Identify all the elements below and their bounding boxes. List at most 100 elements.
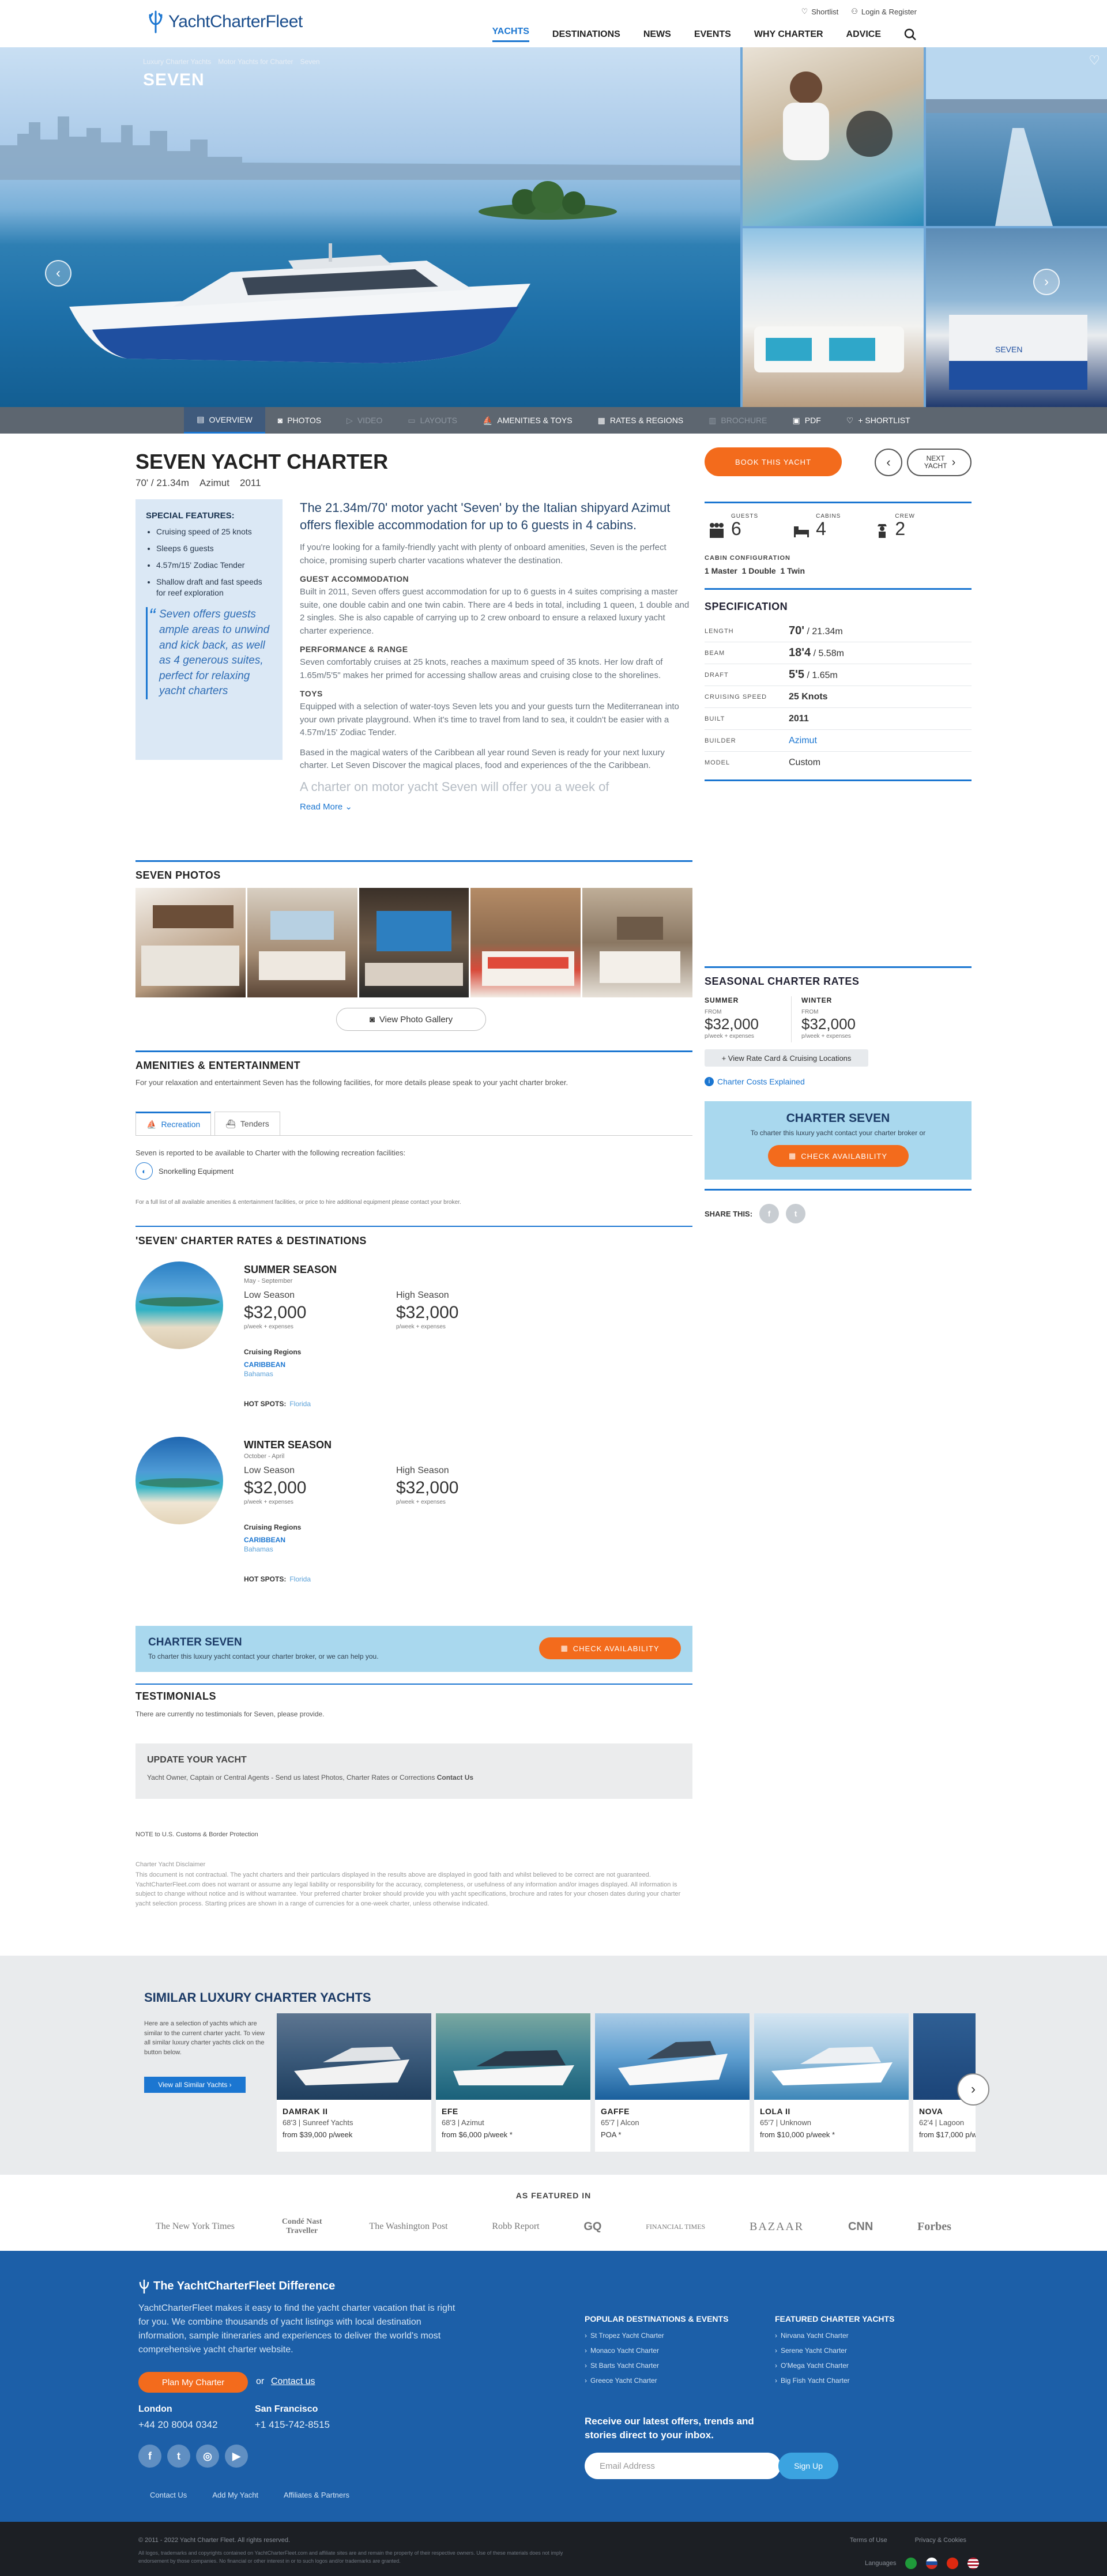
hero-main-photo[interactable]: Luxury Charter Yachts Motor Yachts for C… — [0, 47, 740, 407]
book-yacht-button[interactable]: BOOK THIS YACHT — [705, 447, 842, 476]
youtube-icon[interactable]: ▶ — [225, 2445, 248, 2468]
footer-contact-link[interactable]: Contact us — [271, 2377, 315, 2387]
destination-link[interactable]: Monaco Yacht Charter — [585, 2347, 728, 2355]
yacht-card[interactable]: EFE 68'3 | Azimut from $6,000 p/week * — [436, 2013, 590, 2152]
region-link[interactable]: CARIBBEAN — [244, 1536, 301, 1544]
photo-thumbnail[interactable] — [582, 888, 692, 997]
nav-yachts[interactable]: YACHTS — [492, 27, 529, 42]
featured-yacht-link[interactable]: Serene Yacht Charter — [775, 2347, 894, 2355]
gallery-thumbnail[interactable]: ♡ — [926, 47, 1107, 226]
photo-thumbnail[interactable] — [247, 888, 357, 997]
nav-advice[interactable]: ADVICE — [846, 29, 881, 40]
bottom-bar: © 2011 - 2022 Yacht Charter Fleet. All r… — [0, 2522, 1107, 2576]
destination-link[interactable]: St Barts Yacht Charter — [585, 2362, 728, 2370]
site-logo[interactable]: YachtCharterFleet — [148, 10, 303, 33]
charter-costs-link[interactable]: i Charter Costs Explained — [705, 1077, 805, 1086]
hero-prev-arrow-icon[interactable]: ‹ — [45, 260, 71, 287]
footer-link[interactable]: Contact Us — [150, 2491, 187, 2499]
london-phone[interactable]: +44 20 8004 0342 — [138, 2419, 218, 2431]
instagram-icon[interactable]: ◎ — [196, 2445, 219, 2468]
region-link[interactable]: CARIBBEAN — [244, 1361, 301, 1369]
usa-flag-icon[interactable] — [967, 2558, 980, 2569]
gallery-thumbnail[interactable] — [743, 228, 924, 407]
tab-amenities[interactable]: ⛵ AMENITIES & TOYS — [470, 407, 585, 434]
camera-icon: ◙ — [369, 1014, 375, 1025]
faded-preview-text: A charter on motor yacht Seven will offe… — [300, 779, 609, 794]
china-flag-icon[interactable] — [947, 2558, 959, 2569]
yacht-card[interactable]: GAFFE 65'7 | Alcon POA * — [595, 2013, 750, 2152]
photo-thumbnail[interactable] — [470, 888, 581, 997]
russia-flag-icon[interactable] — [926, 2558, 938, 2569]
photo-thumbnail[interactable] — [359, 888, 469, 997]
subregion-link[interactable]: Bahamas — [244, 1370, 301, 1378]
featured-yacht-link[interactable]: Nirvana Yacht Charter — [775, 2332, 894, 2340]
breadcrumb-item[interactable]: Motor Yachts for Charter — [218, 58, 293, 66]
gallery-thumbnail[interactable]: SEVEN › — [926, 228, 1107, 407]
yacht-card[interactable]: LOLA II 65'7 | Unknown from $10,000 p/we… — [754, 2013, 909, 2152]
search-icon[interactable] — [904, 28, 917, 41]
tab-pdf[interactable]: ▣ PDF — [780, 407, 834, 434]
builder-link[interactable]: Azimut — [789, 736, 817, 746]
customs-note[interactable]: NOTE to U.S. Customs & Border Protection — [135, 1831, 258, 1838]
similar-next-arrow-icon[interactable]: › — [957, 2073, 989, 2106]
login-link[interactable]: ⚇ Login & Register — [851, 7, 917, 16]
yacht-card[interactable]: DAMRAK II 68'3 | Sunreef Yachts from $39… — [277, 2013, 431, 2152]
plan-my-charter-button[interactable]: Plan My Charter — [138, 2372, 248, 2393]
destination-link[interactable]: St Tropez Yacht Charter — [585, 2332, 728, 2340]
spec-secondary: / 1.65m — [804, 671, 838, 680]
facebook-icon[interactable]: f — [759, 1204, 780, 1223]
hot-spot-link[interactable]: Florida — [289, 1575, 311, 1583]
tab-shortlist[interactable]: ♡ + SHORTLIST — [834, 407, 923, 434]
check-availability-button[interactable]: ▦ CHECK AVAILABILITY — [767, 1145, 909, 1167]
hero-next-arrow-icon[interactable]: › — [1033, 269, 1060, 295]
hot-spot-link[interactable]: Florida — [289, 1400, 311, 1408]
gallery-thumbnail[interactable] — [743, 47, 924, 226]
contact-us-link[interactable]: Contact Us — [437, 1773, 473, 1782]
cabins-stat: CABINS 4 — [793, 513, 841, 538]
footer-link[interactable]: Affiliates & Partners — [284, 2491, 349, 2499]
brazil-flag-icon[interactable] — [905, 2558, 917, 2569]
nav-why-charter[interactable]: WHY CHARTER — [754, 29, 823, 40]
terms-link[interactable]: Terms of Use — [850, 2537, 887, 2544]
twitter-icon[interactable]: t — [167, 2445, 190, 2468]
yacht-length: 70' / 21.34m — [135, 477, 190, 488]
read-more-link[interactable]: Read More ⌄ — [300, 801, 352, 812]
footer-link[interactable]: Add My Yacht — [212, 2491, 258, 2499]
shortlist-link[interactable]: ♡ Shortlist — [801, 7, 839, 16]
crew-icon — [878, 524, 887, 538]
tab-recreation[interactable]: ⛵ Recreation — [135, 1112, 212, 1135]
view-photo-gallery-button[interactable]: ◙ View Photo Gallery — [336, 1008, 486, 1031]
previous-yacht-button[interactable]: ‹ — [875, 449, 902, 476]
twitter-icon[interactable]: t — [786, 1204, 806, 1223]
email-input[interactable]: Email Address — [585, 2453, 781, 2479]
nav-destinations[interactable]: DESTINATIONS — [552, 29, 620, 40]
tab-overview[interactable]: ▤ OVERVIEW — [184, 407, 265, 434]
photo-thumbnail[interactable] — [135, 888, 246, 997]
popular-destinations: POPULAR DESTINATIONS & EVENTS St Tropez … — [585, 2314, 728, 2392]
nav-news[interactable]: NEWS — [643, 29, 671, 40]
tab-rates[interactable]: ▦ RATES & REGIONS — [585, 407, 696, 434]
privacy-link[interactable]: Privacy & Cookies — [915, 2537, 966, 2544]
featured-yacht-link[interactable]: Big Fish Yacht Charter — [775, 2377, 894, 2385]
breadcrumb-item[interactable]: Luxury Charter Yachts — [143, 58, 211, 66]
nav-events[interactable]: EVENTS — [694, 29, 731, 40]
check-availability-button[interactable]: ▦ CHECK AVAILABILITY — [539, 1637, 681, 1659]
tab-tenders[interactable]: ⛴ Tenders — [214, 1112, 280, 1135]
tab-label: BROCHURE — [721, 416, 767, 425]
subregion-link[interactable]: Bahamas — [244, 1545, 301, 1553]
tab-photos[interactable]: ◙ PHOTOS — [265, 407, 334, 434]
featured-yacht-link[interactable]: O'Mega Yacht Charter — [775, 2362, 894, 2370]
next-yacht-button[interactable]: NEXT YACHT › — [907, 449, 972, 476]
amenities-footnote: For a full list of all available ameniti… — [135, 1199, 461, 1206]
hero-gallery: Luxury Charter Yachts Motor Yachts for C… — [0, 47, 1107, 407]
signup-button[interactable]: Sign Up — [778, 2453, 838, 2479]
guests-stat: GUESTS 6 — [708, 513, 758, 538]
site-header: YachtCharterFleet ♡ Shortlist ⚇ Login & Re… — [0, 0, 1107, 47]
favorite-heart-icon[interactable]: ♡ — [1089, 53, 1100, 68]
sf-phone[interactable]: +1 415-742-8515 — [255, 2419, 330, 2431]
destination-link[interactable]: Greece Yacht Charter — [585, 2377, 728, 2385]
facebook-icon[interactable]: f — [138, 2445, 161, 2468]
summer-beach-image — [135, 1261, 223, 1349]
view-all-similar-button[interactable]: View all Similar Yachts › — [144, 2077, 246, 2093]
view-rate-card-button[interactable]: + View Rate Card & Cruising Locations — [705, 1049, 868, 1067]
